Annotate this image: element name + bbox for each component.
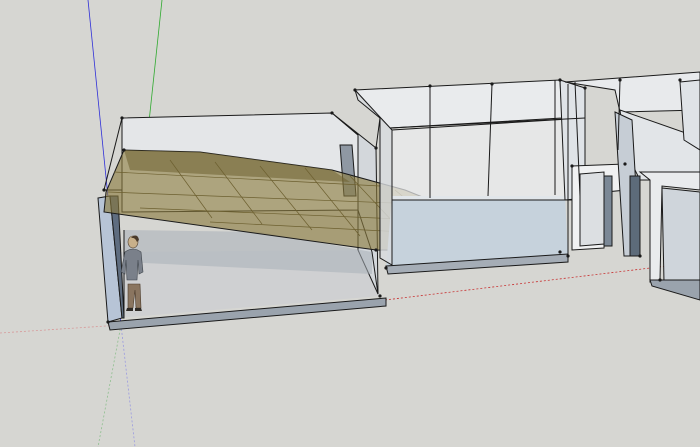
side-wing-door-opening bbox=[579, 171, 605, 247]
sketchup-viewport[interactable] bbox=[0, 0, 700, 447]
green-axis-dotted bbox=[97, 324, 122, 447]
edge bbox=[375, 117, 381, 149]
side-wing-end-opening bbox=[661, 187, 700, 283]
red-axis-dotted bbox=[0, 324, 122, 334]
blue-axis-dotted bbox=[120, 324, 136, 447]
side-wing-end-base bbox=[649, 279, 700, 301]
side-wing-column-dark bbox=[629, 175, 641, 257]
rear-pavilion[interactable] bbox=[353, 79, 586, 275]
side-wing-door-jamb bbox=[603, 175, 613, 247]
model-canvas[interactable] bbox=[0, 0, 700, 447]
